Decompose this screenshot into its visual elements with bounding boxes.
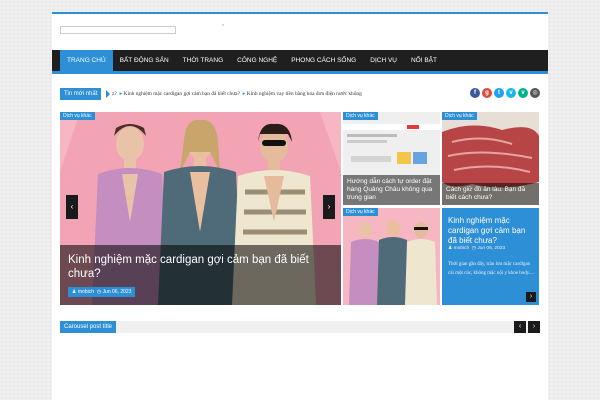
ticker-bullet-icon: ▸ [119, 91, 123, 97]
nav-item-services[interactable]: Dịch vụ [363, 50, 404, 71]
tile-image [343, 208, 440, 305]
category-tag[interactable]: Dịch vụ khác [343, 112, 378, 120]
main-slider[interactable]: Dịch vụ khác ‹ › Kinh nghiệm mặc cardiga… [60, 112, 341, 305]
featured-meta: ♟ mobich ◷ Jun 06, 2023 [448, 246, 505, 251]
twitter-icon[interactable]: t [494, 88, 504, 98]
google-plus-icon[interactable]: g [482, 88, 492, 98]
facebook-icon[interactable]: f [470, 88, 480, 98]
ticker-item[interactable]: Kinh nghiệm vay tiền bằng hóa đơn điện n… [247, 91, 362, 97]
ticker-item[interactable]: z? [112, 91, 117, 97]
nav-item-featured[interactable]: Nổi bật [404, 50, 444, 71]
nav-item-technology[interactable]: Công nghệ [230, 50, 284, 71]
post-date: Jun 06, 2023 [102, 289, 132, 295]
instagram-icon[interactable]: ◎ [530, 88, 540, 98]
author-icon: ♟ [72, 289, 77, 295]
tile-title[interactable]: Cách giữ đồ ăn lâu: Bạn đã biết cách chư… [442, 183, 539, 205]
slider-prev-button[interactable]: ‹ [66, 195, 78, 219]
author-icon: ♟ [448, 246, 453, 251]
ticker-bullet-icon: ▸ [242, 91, 246, 97]
post-tile-order-guide[interactable]: Dịch vụ khác Hướng dẫn cách tự order đặt… [343, 112, 440, 205]
ticker-arrow-icon [106, 90, 110, 98]
category-tag[interactable]: Dịch vụ khác [343, 208, 378, 216]
featured-next-button[interactable]: › [526, 292, 536, 302]
nav-item-home[interactable]: Trang chủ [60, 50, 113, 71]
author-name[interactable]: mobich [454, 246, 469, 251]
ticker-items[interactable]: z? ▸ Kinh nghiệm mặc cardigan gợi cảm bạ… [112, 89, 412, 99]
vine-icon[interactable]: v [518, 88, 528, 98]
carousel-prev-button[interactable]: ‹ [514, 321, 526, 333]
featured-excerpt: Thời gian gần đây, trào lưu mặc cardigan… [448, 262, 534, 276]
vimeo-icon[interactable]: v [506, 88, 516, 98]
post-date: Jun 06, 2023 [477, 246, 506, 251]
news-ticker: Tin mới nhất z? ▸ Kinh nghiệm mặc cardig… [60, 87, 540, 101]
post-tile-cardigan[interactable]: Dịch vụ khác [343, 208, 440, 305]
nav-item-real-estate[interactable]: Bất động sản [113, 50, 176, 71]
social-links: f g t v v ◎ [470, 88, 540, 98]
search-input[interactable] [60, 26, 176, 34]
slider-meta: ♟ mobich ◷ Jun 06, 2023 [68, 287, 136, 297]
category-tag[interactable]: Dịch vụ khác [442, 112, 477, 120]
slider-title[interactable]: Kinh nghiệm mặc cardigan gợi cảm bạn đã … [68, 253, 333, 281]
ticker-item[interactable]: Kinh nghiệm mặc cardigan gợi cảm bạn đã … [124, 91, 240, 97]
clock-icon: ◷ [471, 246, 476, 251]
carousel-title: Carousel post title [60, 321, 117, 333]
carousel-header: Carousel post title ‹ › [60, 321, 540, 333]
post-tile-food-storage[interactable]: Dịch vụ khác Cách giữ đồ ăn lâu: Bạn đã … [442, 112, 539, 205]
main-nav: Trang chủ Bất động sản Thời trang Công n… [52, 50, 548, 74]
clock-icon: ◷ [96, 289, 102, 295]
slider-caption: Kinh nghiệm mặc cardigan gợi cảm bạn đã … [60, 245, 341, 305]
nav-item-lifestyle[interactable]: Phong cách sống [284, 50, 363, 71]
header-ad-mark: * [222, 24, 224, 30]
nav-item-fashion[interactable]: Thời trang [176, 50, 230, 71]
featured-post[interactable]: Kinh nghiệm mặc cardigan gợi cảm bạn đã … [442, 208, 539, 305]
slider-next-button[interactable]: › [323, 195, 335, 219]
ticker-label: Tin mới nhất [60, 88, 102, 100]
carousel-next-button[interactable]: › [528, 321, 540, 333]
site-container: * Trang chủ Bất động sản Thời trang Công… [52, 12, 548, 400]
featured-title[interactable]: Kinh nghiệm mặc cardigan gợi cảm bạn đã … [448, 216, 536, 246]
category-tag[interactable]: Dịch vụ khác [60, 112, 95, 120]
tile-title[interactable]: Hướng dẫn cách tự order đặt hàng Quảng C… [343, 175, 440, 205]
author-name[interactable]: mobich [78, 289, 94, 295]
